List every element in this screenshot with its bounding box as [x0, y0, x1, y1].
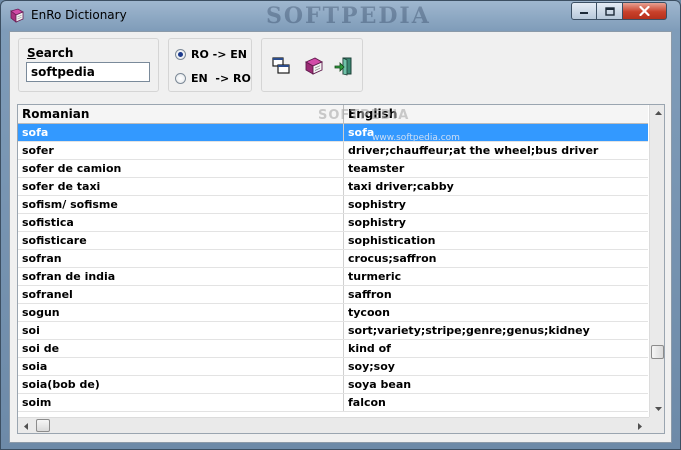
table-row[interactable]: soi sort;variety;stripe;genre;genus;kidne…	[18, 322, 648, 340]
cell-romanian: sofistica	[18, 214, 344, 231]
dictionary-book-icon	[9, 8, 25, 24]
horizontal-scrollbar[interactable]	[18, 417, 649, 433]
maximize-icon	[604, 6, 615, 16]
close-button[interactable]	[623, 2, 667, 20]
cell-english: crocus;saffron	[348, 252, 437, 265]
table-row[interactable]: soia soy;soy	[18, 358, 648, 376]
cell-english: kind of	[348, 342, 391, 355]
main-panel: Search RO -> EN EN -> RO	[9, 31, 672, 443]
radio-en-ro-label: EN -> RO	[191, 72, 251, 85]
cell-romanian: sogun	[18, 304, 344, 321]
cell-english: turmeric	[348, 270, 402, 283]
cell-english: sophistry	[348, 198, 406, 211]
cell-romanian: sofism/ sofisme	[18, 196, 344, 213]
radio-en-ro[interactable]: EN -> RO	[175, 72, 251, 85]
cell-romanian: soim	[18, 394, 344, 411]
radio-en-ro-button[interactable]	[175, 73, 186, 84]
table-row[interactable]: soia(bob de) soya bean	[18, 376, 648, 394]
scroll-right-button[interactable]	[632, 418, 648, 433]
cell-english: saffron	[348, 288, 392, 301]
cell-romanian: soi de	[18, 340, 344, 357]
cell-english: sort;variety;stripe;genre;genus;kidney	[348, 324, 590, 337]
cell-romanian: soia(bob de)	[18, 376, 344, 393]
cell-romanian: soia	[18, 358, 344, 375]
close-icon	[639, 6, 650, 16]
vertical-scroll-thumb[interactable]	[651, 345, 664, 359]
scroll-up-button[interactable]	[650, 105, 664, 121]
cell-english: falcon	[348, 396, 386, 409]
cell-romanian: sofer	[18, 142, 344, 159]
cell-romanian: sofisticare	[18, 232, 344, 249]
table-row[interactable]: sofer de camion teamster	[18, 160, 648, 178]
direction-group: RO -> EN EN -> RO	[168, 38, 252, 92]
table-row[interactable]: sofranel saffron	[18, 286, 648, 304]
cell-english: soy;soy	[348, 360, 395, 373]
scroll-down-button[interactable]	[650, 401, 664, 417]
grid-rows: sofa sofa sofer driver;chauffeur;at the whe…	[18, 124, 648, 412]
radio-ro-en-button[interactable]	[175, 49, 186, 60]
cell-romanian: sofranel	[18, 286, 344, 303]
scroll-left-button[interactable]	[18, 418, 34, 433]
chevron-down-icon	[654, 407, 662, 411]
exit-icon[interactable]	[334, 56, 354, 76]
windows-icon[interactable]	[271, 56, 291, 76]
scrollbar-corner	[649, 417, 664, 433]
search-label-text: earch	[35, 46, 74, 60]
column-header-english[interactable]: English	[344, 105, 648, 123]
table-row[interactable]: sofism/ sofisme sophistry	[18, 196, 648, 214]
radio-ro-en-label: RO -> EN	[191, 48, 247, 61]
table-row[interactable]: sofa sofa	[18, 124, 648, 142]
cell-romanian: sofer de taxi	[18, 178, 344, 195]
vertical-scrollbar[interactable]	[649, 105, 664, 417]
table-row[interactable]: soim falcon	[18, 394, 648, 412]
table-row[interactable]: sofer driver;chauffeur;at the wheel;bus d…	[18, 142, 648, 160]
cell-romanian: sofran de india	[18, 268, 344, 285]
radio-ro-en[interactable]: RO -> EN	[175, 48, 247, 61]
cell-romanian: sofran	[18, 250, 344, 267]
grid-header: Romanian English	[18, 105, 648, 124]
cell-english: sophistication	[348, 234, 436, 247]
column-header-romanian[interactable]: Romanian	[18, 105, 344, 123]
search-group: Search	[18, 38, 159, 92]
search-label-accelerator: S	[27, 46, 36, 60]
horizontal-scroll-thumb[interactable]	[36, 419, 50, 432]
chevron-up-icon	[654, 111, 662, 115]
cell-english: sofa	[348, 126, 375, 139]
search-input[interactable]	[26, 62, 150, 82]
minimize-icon	[580, 12, 588, 14]
table-row[interactable]: sofran de india turmeric	[18, 268, 648, 286]
cell-english: driver;chauffeur;at the wheel;bus driver	[348, 144, 599, 157]
window-title: EnRo Dictionary	[31, 8, 127, 22]
table-row[interactable]: sofer de taxi taxi driver;cabby	[18, 178, 648, 196]
cell-romanian: soi	[18, 322, 344, 339]
table-row[interactable]: sofisticare sophistication	[18, 232, 648, 250]
table-row[interactable]: sofistica sophistry	[18, 214, 648, 232]
cell-romanian: sofer de camion	[18, 160, 344, 177]
table-row[interactable]: soi de kind of	[18, 340, 648, 358]
search-label: Search	[27, 46, 73, 60]
chevron-left-icon	[24, 422, 28, 430]
title-watermark: SOFTPEDIA	[266, 3, 431, 29]
dictionary-grid: Romanian English sofa sofa sofer driver;cha…	[17, 104, 665, 434]
cell-english: tycoon	[348, 306, 390, 319]
maximize-button[interactable]	[597, 2, 623, 20]
cell-english: teamster	[348, 162, 405, 175]
title-bar[interactable]: EnRo Dictionary SOFTPEDIA	[1, 1, 680, 31]
chevron-right-icon	[638, 422, 642, 430]
toolbar-group	[261, 38, 363, 92]
cell-english: sophistry	[348, 216, 406, 229]
cell-english: soya bean	[348, 378, 412, 391]
table-row[interactable]: sogun tycoon	[18, 304, 648, 322]
minimize-button[interactable]	[571, 2, 597, 20]
cell-romanian: sofa	[18, 124, 344, 141]
app-window: EnRo Dictionary SOFTPEDIA Search RO -> E…	[0, 0, 681, 450]
cell-english: taxi driver;cabby	[348, 180, 454, 193]
table-row[interactable]: sofran crocus;saffron	[18, 250, 648, 268]
book-icon[interactable]	[304, 56, 324, 76]
radio-selected-dot	[178, 52, 183, 57]
